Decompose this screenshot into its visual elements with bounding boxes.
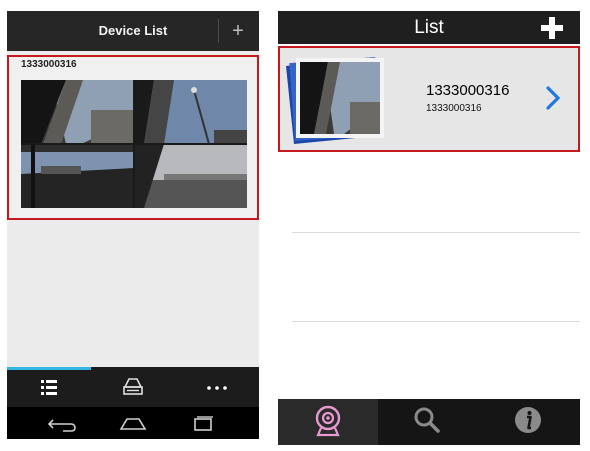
ios-device-list-screen: List 1333000316 1333000316 — [278, 11, 580, 445]
tab-more[interactable] — [175, 367, 259, 407]
camera-grid-preview[interactable] — [21, 80, 247, 208]
list-separator — [292, 321, 580, 322]
camera-feed-1 — [21, 80, 134, 144]
webcam-icon — [315, 405, 341, 437]
recents-icon — [194, 416, 213, 431]
device-id-label: 1333000316 — [21, 59, 77, 70]
header-divider — [218, 19, 219, 43]
tab-camera[interactable] — [278, 399, 378, 445]
home-icon — [119, 418, 147, 430]
tab-dvr[interactable] — [91, 367, 175, 407]
back-icon — [47, 419, 76, 432]
device-thumbnail-stack — [284, 52, 396, 146]
home-button[interactable] — [103, 407, 163, 439]
tab-search[interactable] — [378, 399, 478, 445]
recents-button[interactable] — [173, 407, 233, 439]
add-device-button[interactable]: + — [221, 11, 255, 51]
device-row[interactable]: 1333000316 1333000316 — [278, 46, 580, 152]
info-icon — [515, 407, 541, 433]
list-separator — [292, 232, 580, 233]
page-title: List — [414, 17, 444, 38]
tab-info[interactable] — [478, 399, 578, 445]
android-device-list-screen: Device List + 1333000316 — [7, 11, 259, 439]
list-icon — [41, 380, 57, 395]
device-name: 1333000316 — [426, 82, 510, 99]
chevron-right-icon[interactable] — [543, 84, 563, 112]
device-id-label: 1333000316 — [426, 103, 482, 114]
grid-divider-h — [21, 143, 247, 145]
back-button[interactable] — [33, 407, 93, 439]
add-device-button[interactable] — [537, 15, 567, 41]
dvr-icon — [123, 378, 143, 395]
camera-feed-3 — [21, 144, 134, 208]
search-icon — [414, 407, 440, 433]
plus-icon — [541, 17, 563, 39]
camera-feed-4 — [134, 144, 247, 208]
device-card[interactable]: 1333000316 — [7, 55, 259, 220]
tab-list[interactable] — [7, 367, 91, 407]
camera-feed-2 — [134, 80, 247, 144]
more-icon — [207, 386, 227, 390]
